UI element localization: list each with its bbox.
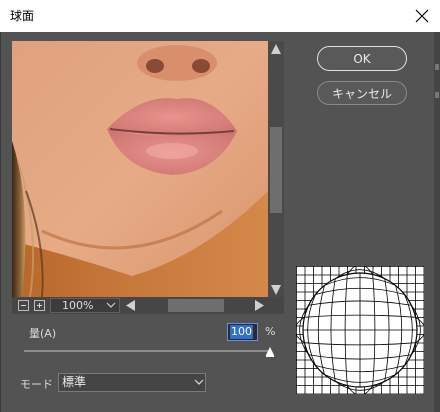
title-bar xyxy=(0,0,440,32)
chevron-down-icon xyxy=(104,299,118,312)
scroll-up-button[interactable] xyxy=(268,42,284,56)
sphere-grid-graphic xyxy=(294,264,426,396)
close-button[interactable] xyxy=(404,0,440,32)
zoom-level: 100% xyxy=(62,299,94,312)
close-icon xyxy=(415,9,429,23)
zoom-in-button[interactable] xyxy=(34,300,45,311)
ok-button[interactable]: OK xyxy=(317,46,407,71)
chevron-down-icon xyxy=(193,376,205,388)
amount-value[interactable]: 100 xyxy=(230,325,253,339)
preview-image[interactable] xyxy=(12,41,268,297)
window-edge xyxy=(434,32,440,412)
amount-slider-thumb[interactable] xyxy=(266,347,274,355)
triangle-right-icon xyxy=(255,300,264,311)
triangle-up-icon xyxy=(271,44,281,54)
amount-slider-thumb-base[interactable] xyxy=(266,355,274,357)
plus-icon xyxy=(37,303,42,308)
triangle-left-icon xyxy=(126,300,135,311)
scroll-right-button[interactable] xyxy=(252,298,266,313)
triangle-down-icon xyxy=(271,285,281,295)
dialog-title: 球面 xyxy=(10,9,35,23)
amount-slider-track[interactable] xyxy=(24,350,272,352)
edge-marker xyxy=(435,92,439,98)
mode-label: モード xyxy=(20,378,53,391)
amount-label: 量(A) xyxy=(29,327,57,340)
dialog-border xyxy=(0,32,1,412)
horizontal-scroll-thumb[interactable] xyxy=(168,299,224,312)
mode-value: 標準 xyxy=(62,375,87,389)
minus-icon xyxy=(21,305,26,306)
scroll-left-button[interactable] xyxy=(124,298,138,313)
amount-unit: % xyxy=(265,325,276,338)
edge-marker xyxy=(435,64,439,70)
cancel-button[interactable]: キャンセル xyxy=(317,81,407,105)
sphere-effect-preview xyxy=(294,264,426,396)
vertical-scroll-thumb[interactable] xyxy=(270,127,282,213)
zoom-out-button[interactable] xyxy=(18,300,29,311)
face-preview-graphic xyxy=(12,41,268,297)
scroll-down-button[interactable] xyxy=(268,283,284,297)
